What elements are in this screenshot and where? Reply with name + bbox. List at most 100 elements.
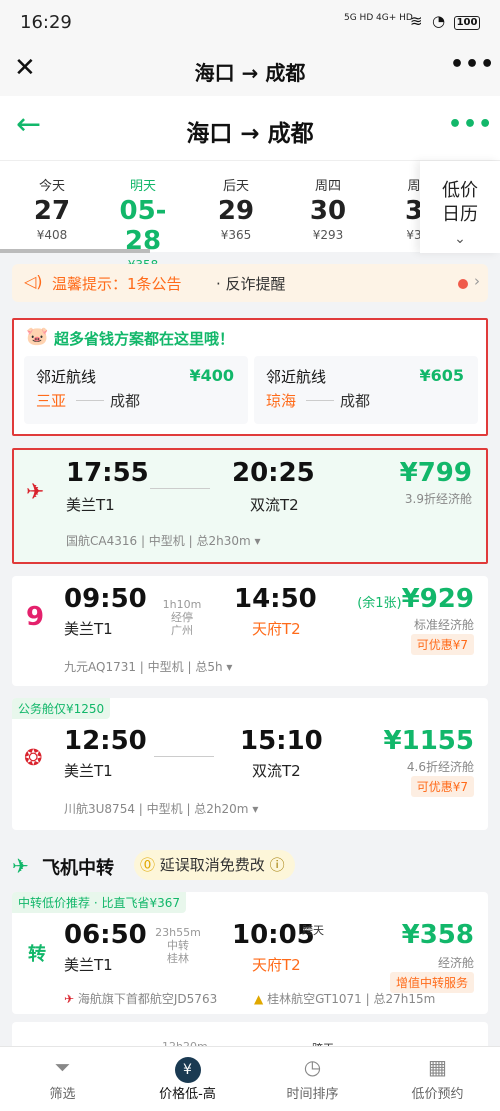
depart-time: 06:50 bbox=[64, 920, 147, 950]
date-week: 明天 bbox=[129, 179, 156, 194]
nearby-to: 成都 bbox=[340, 392, 371, 410]
tab-label: 价格低-高 bbox=[159, 1087, 216, 1102]
depart-terminal: 美兰T1 bbox=[64, 956, 113, 974]
flight-card-aq1731[interactable]: 9 09:50 美兰T1 1h10m 经停 广州 14:50 天府T2 (余1张… bbox=[12, 576, 488, 686]
guilin-air-logo-icon: ▲ bbox=[254, 992, 264, 1006]
arrive-terminal: 天府T2 bbox=[252, 956, 301, 974]
date-day: 29 bbox=[217, 196, 255, 226]
date-day: 27 bbox=[33, 196, 71, 226]
low-price-calendar-button[interactable]: 低价 日历 ⌄ bbox=[420, 161, 500, 253]
notice-bar[interactable]: ◁) 温馨提示：1条公告 · 反诈提醒 › bbox=[12, 264, 488, 302]
tab-label: 筛选 bbox=[49, 1087, 76, 1102]
free-change-pill[interactable]: ⓪ 延误取消免费改 ⓘ bbox=[134, 850, 295, 880]
nearby-to: 成都 bbox=[110, 392, 141, 410]
leg1-flight: 海航旗下首都航空JD5763 bbox=[77, 992, 218, 1006]
tab-label: 时间排序 bbox=[286, 1087, 339, 1102]
transfer-label: 中转 bbox=[167, 939, 189, 952]
clock-icon: ◷ bbox=[303, 1055, 322, 1079]
pill-label: 延误取消免费改 bbox=[159, 856, 265, 874]
nearby-route-sanya[interactable]: 邻近航线 ¥400 三亚 成都 bbox=[24, 356, 248, 424]
date-thursday[interactable]: 周四 30 ¥293 bbox=[288, 175, 368, 242]
date-day-after[interactable]: 后天 29 ¥365 bbox=[196, 175, 276, 242]
9air-logo-icon: 9 bbox=[26, 602, 45, 632]
signal-icon: ◔ bbox=[432, 12, 446, 30]
date-today[interactable]: 今天 27 ¥408 bbox=[12, 175, 92, 242]
info-icon: ⓘ bbox=[269, 856, 285, 874]
sichuan-airlines-logo-icon: ❂ bbox=[24, 746, 43, 771]
air-china-logo-icon: ✈ bbox=[26, 480, 45, 505]
flight-meta: 国航CA4316 | 中型机 | 总2h30m ▾ bbox=[66, 534, 261, 548]
flight-card-3u8754[interactable]: 公务舱仅¥1250 ❂ 12:50 美兰T1 15:10 双流T2 ¥1155 … bbox=[12, 698, 488, 830]
nearby-label: 邻近航线 bbox=[266, 368, 327, 386]
route-line bbox=[154, 756, 214, 757]
cabin-class: 经济舱 bbox=[437, 956, 474, 970]
stop-city: 广州 bbox=[171, 624, 193, 637]
date-week: 今天 bbox=[38, 179, 65, 194]
transfer-tag: 中转低价推荐 · 比直飞省¥367 bbox=[12, 892, 186, 913]
price-sort-tab[interactable]: ¥ 价格低-高 bbox=[125, 1053, 250, 1102]
arrive-time: 20:25 bbox=[232, 458, 315, 488]
date-price: ¥293 bbox=[312, 228, 344, 242]
date-price: ¥365 bbox=[220, 228, 252, 242]
arrive-terminal: 天府T2 bbox=[252, 620, 301, 638]
date-week: 后天 bbox=[222, 179, 249, 194]
arrive-time: 15:10 bbox=[240, 726, 323, 756]
menu-dots-icon[interactable]: ••• bbox=[448, 112, 493, 137]
status-bar: 16:29 5G HD 4G+ HD ≋ ◔ 100 bbox=[0, 0, 500, 46]
battery-icon: 100 bbox=[454, 16, 480, 30]
top-nav: ✕ 海口 → 成都 ••• bbox=[0, 46, 500, 96]
date-week: 周四 bbox=[314, 179, 341, 194]
nearby-label: 邻近航线 bbox=[36, 368, 97, 386]
flight-price: ¥1155 bbox=[383, 726, 474, 756]
transfer-city: 桂林 bbox=[167, 952, 189, 965]
chart-icon: ▦ bbox=[428, 1055, 447, 1079]
filter-tab[interactable]: ⏷ 筛选 bbox=[0, 1053, 125, 1102]
route-line bbox=[150, 488, 210, 489]
flight-meta: 九元AQ1731 | 中型机 | 总5h ▾ bbox=[64, 660, 233, 674]
total-duration: 总27h15m bbox=[373, 992, 436, 1006]
nearby-price: ¥400 bbox=[189, 366, 234, 385]
piggy-bank-icon: 🐷 bbox=[26, 326, 49, 347]
notice-text: 温馨提示：1条公告 bbox=[52, 275, 182, 293]
nearby-route-qionghai[interactable]: 邻近航线 ¥605 琼海 成都 bbox=[254, 356, 478, 424]
plane-icon: ✈ bbox=[12, 854, 29, 878]
more-icon[interactable]: ••• bbox=[450, 52, 495, 77]
flight-meta: 川航3U8754 | 中型机 | 总2h20m ▾ bbox=[64, 802, 259, 816]
speaker-icon: ◁) bbox=[24, 272, 43, 291]
nearby-from: 琼海 bbox=[266, 392, 297, 410]
date-scroll-indicator bbox=[0, 249, 150, 253]
flight-price: ¥929 bbox=[401, 584, 474, 614]
calendar-label-1: 低价 bbox=[442, 180, 478, 201]
nav-title: 海口 → 成都 bbox=[194, 61, 306, 85]
chevron-right-icon: › bbox=[474, 272, 480, 290]
arrive-terminal: 双流T2 bbox=[250, 496, 299, 514]
depart-terminal: 美兰T1 bbox=[64, 620, 113, 638]
discount-badge: 可优惠¥7 bbox=[410, 634, 474, 655]
free-badge-icon: ⓪ bbox=[140, 856, 156, 874]
transfer-flight-card[interactable]: 中转低价推荐 · 比直飞省¥367 转 06:50 美兰T1 23h55m 中转… bbox=[12, 892, 488, 1014]
flight-card-ca4316[interactable]: ✈ 17:55 美兰T1 20:25 双流T2 ¥799 3.9折经济舱 国航C… bbox=[12, 448, 488, 564]
transfer-badge: 转 bbox=[28, 944, 46, 965]
calendar-label-2: 日历 bbox=[442, 204, 478, 225]
bottom-toolbar: ⏷ 筛选 ¥ 价格低-高 ◷ 时间排序 ▦ 低价预约 bbox=[0, 1046, 500, 1111]
time-sort-tab[interactable]: ◷ 时间排序 bbox=[250, 1053, 375, 1102]
status-time: 16:29 bbox=[20, 12, 72, 33]
cabin-class: 标准经济舱 bbox=[413, 618, 474, 632]
date-strip: 今天 27 ¥408 明天 05-28 ¥358 后天 29 ¥365 周四 3… bbox=[0, 160, 500, 279]
chevron-down-icon: ⌄ bbox=[454, 231, 466, 247]
depart-terminal: 美兰T1 bbox=[66, 496, 115, 514]
nearby-from: 三亚 bbox=[36, 392, 67, 410]
depart-terminal: 美兰T1 bbox=[64, 762, 113, 780]
low-price-booking-tab[interactable]: ▦ 低价预约 bbox=[375, 1053, 500, 1102]
next-day-label: 跨天 bbox=[302, 924, 324, 937]
red-dot-icon bbox=[458, 279, 468, 289]
route-header: ← 海口 → 成都 ••• bbox=[0, 96, 500, 160]
transfer-title: 飞机中转 bbox=[42, 858, 114, 879]
notice-antifraud: · 反诈提醒 bbox=[216, 275, 286, 293]
transfer-section-header: ✈ 飞机中转 ⓪ 延误取消免费改 ⓘ bbox=[12, 846, 488, 886]
flight-price: ¥799 bbox=[399, 458, 472, 488]
depart-time: 12:50 bbox=[64, 726, 147, 756]
filter-icon: ⏷ bbox=[54, 1055, 71, 1079]
cabin-class: 3.9折经济舱 bbox=[404, 492, 472, 506]
hna-logo-icon: ✈ bbox=[64, 992, 75, 1006]
